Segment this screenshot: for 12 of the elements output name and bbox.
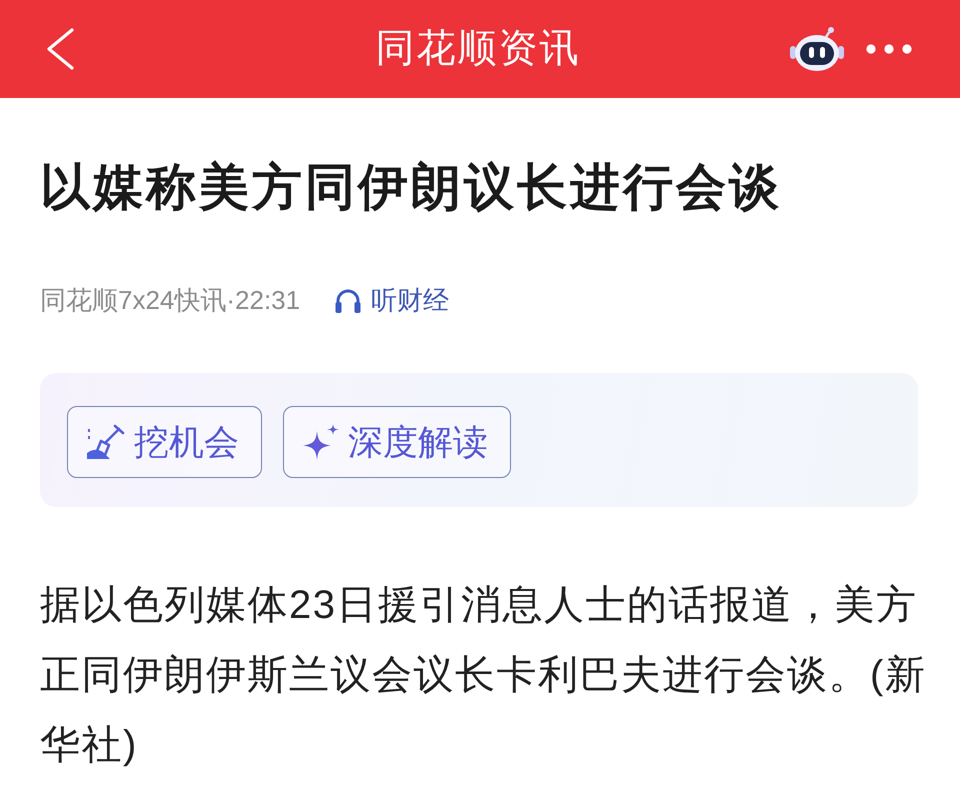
robot-assistant-icon[interactable] xyxy=(788,26,846,72)
dig-opportunity-button[interactable]: 挖机会 xyxy=(67,406,262,478)
listen-link[interactable]: 听财经 xyxy=(334,284,450,316)
shovel-icon xyxy=(86,424,126,460)
more-icon[interactable] xyxy=(866,44,912,54)
headphones-icon xyxy=(334,287,362,313)
header-title: 同花顺资讯 xyxy=(376,26,580,72)
deep-reading-button[interactable]: 深度解读 xyxy=(283,406,511,478)
article-body: 据以色列媒体23日援引消息人士的话报道，美方正同伊朗伊斯兰议会议长卡利巴夫进行会谈。(新华社) xyxy=(40,582,928,769)
source-time-text: 同花顺7x24快讯·22:31 xyxy=(40,284,300,316)
sparkle-icon xyxy=(302,424,340,460)
article-headline: 以媒称美方同伊朗议长进行会谈 xyxy=(40,158,783,217)
